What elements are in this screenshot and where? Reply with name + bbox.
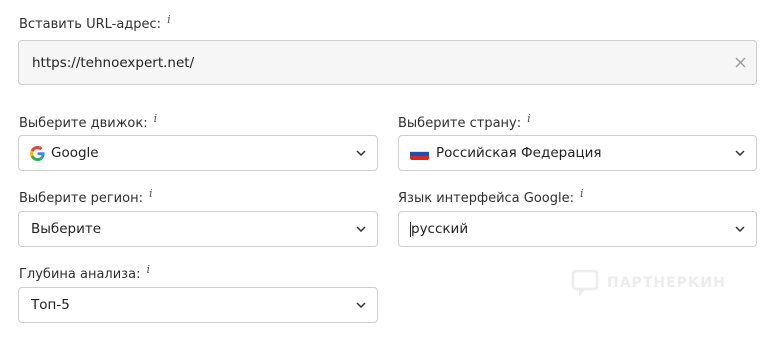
region-select[interactable]: Выберите	[18, 211, 378, 247]
chevron-down-icon	[735, 150, 745, 156]
watermark: ПАРТНЕРКИН	[571, 268, 726, 298]
info-icon[interactable]: i	[146, 263, 150, 276]
engine-label: Выберите движок: i	[19, 112, 157, 131]
region-label: Выберите регион: i	[19, 187, 153, 206]
russia-flag-icon	[410, 146, 429, 160]
url-input-value: https://tehnoexpert.net/	[32, 54, 195, 71]
info-icon[interactable]: i	[167, 13, 171, 26]
clear-icon[interactable]	[735, 57, 746, 68]
depth-select[interactable]: Топ-5	[18, 287, 378, 323]
country-label: Выберите страну: i	[398, 112, 531, 131]
language-select[interactable]: русский	[398, 211, 757, 247]
country-select[interactable]: Российская Федерация	[398, 135, 757, 171]
chevron-down-icon	[735, 226, 745, 232]
depth-label-text: Глубина анализа:	[19, 267, 141, 282]
chevron-down-icon	[356, 150, 366, 156]
info-icon[interactable]: i	[149, 187, 153, 200]
chevron-down-icon	[356, 302, 366, 308]
country-label-text: Выберите страну:	[398, 116, 522, 131]
region-value: Выберите	[31, 221, 102, 237]
country-value: Российская Федерация	[436, 145, 602, 161]
chevron-down-icon	[356, 226, 366, 232]
info-icon[interactable]: i	[580, 187, 584, 200]
depth-label: Глубина анализа: i	[19, 263, 150, 282]
engine-label-text: Выберите движок:	[19, 116, 148, 131]
language-label-text: Язык интерфейса Google:	[398, 191, 574, 206]
region-label-text: Выберите регион:	[19, 191, 143, 206]
info-icon[interactable]: i	[527, 112, 531, 125]
chat-bubble-icon	[571, 269, 599, 296]
watermark-text: ПАРТНЕРКИН	[607, 275, 726, 291]
engine-select[interactable]: Google	[18, 135, 378, 171]
language-label: Язык интерфейса Google: i	[398, 187, 584, 206]
url-input[interactable]: https://tehnoexpert.net/	[18, 40, 757, 85]
google-icon	[30, 145, 45, 161]
depth-value: Топ-5	[31, 297, 70, 313]
engine-value: Google	[51, 145, 99, 161]
language-value: русский	[411, 221, 469, 237]
url-label: Вставить URL-адрес: i	[19, 13, 171, 32]
info-icon[interactable]: i	[154, 112, 158, 125]
url-label-text: Вставить URL-адрес:	[19, 17, 162, 32]
